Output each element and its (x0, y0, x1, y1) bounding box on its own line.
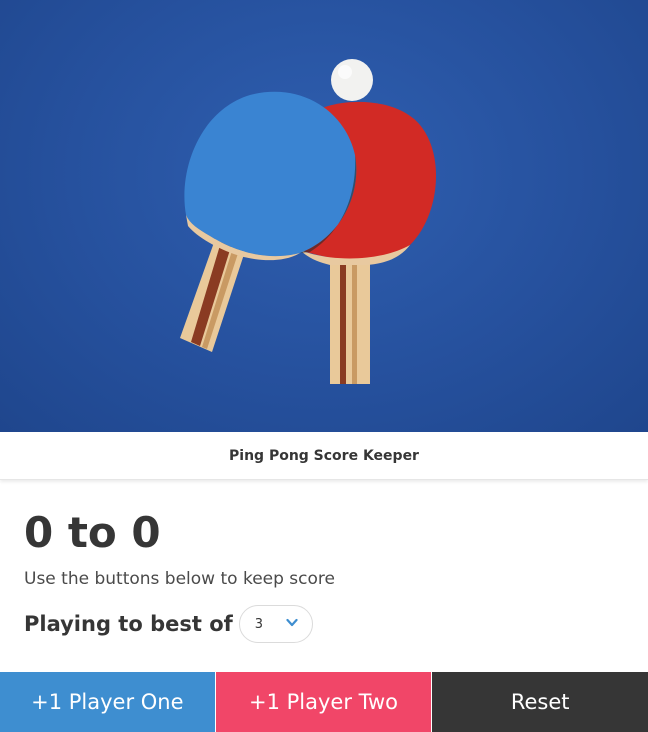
card-footer: +1 Player One +1 Player Two Reset (0, 672, 648, 732)
player-one-button[interactable]: +1 Player One (0, 672, 215, 732)
player-two-score: 0 (131, 508, 161, 557)
card-header: Ping Pong Score Keeper (0, 432, 648, 480)
card-title: Ping Pong Score Keeper (229, 447, 419, 464)
score-display: 0 to 0 (24, 512, 624, 554)
best-of-value: 3 (254, 616, 264, 632)
hero-image (0, 0, 648, 432)
card-content: 0 to 0 Use the buttons below to keep sco… (0, 480, 648, 643)
best-of-row: Playing to best of 3 (24, 605, 624, 643)
best-of-select[interactable]: 3 (238, 605, 313, 643)
reset-button[interactable]: Reset (432, 672, 648, 732)
best-of-label: Playing to best of (24, 612, 233, 636)
ball (331, 59, 373, 101)
score-separator: to (67, 508, 117, 557)
score-hint: Use the buttons below to keep score (24, 569, 335, 589)
player-two-button[interactable]: +1 Player Two (215, 672, 432, 732)
player-one-score: 0 (24, 508, 54, 557)
chevron-down-icon (286, 618, 298, 627)
ping-pong-paddles-illustration (180, 59, 437, 384)
blue-paddle (180, 91, 357, 352)
